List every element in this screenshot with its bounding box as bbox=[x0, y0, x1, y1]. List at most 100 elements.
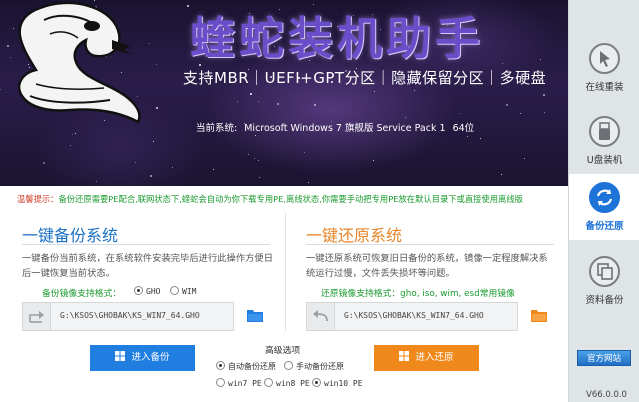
radio-win7-pe[interactable]: win7 PE bbox=[216, 378, 262, 388]
radio-label: WIM bbox=[182, 287, 197, 296]
tagline: 支持MBR｜UEFI+GPT分区｜隐藏保留分区｜多硬盘 bbox=[183, 69, 547, 87]
star bbox=[255, 135, 256, 136]
radio-label: 手动备份还原 bbox=[296, 362, 344, 371]
enter-backup-button[interactable]: 进入备份 bbox=[90, 345, 195, 371]
undo-icon bbox=[307, 303, 335, 330]
star bbox=[150, 175, 152, 177]
star bbox=[259, 177, 260, 178]
radio-label: win10 PE bbox=[324, 379, 363, 388]
star bbox=[277, 103, 279, 105]
enter-restore-button[interactable]: 进入还原 bbox=[374, 345, 479, 371]
star bbox=[187, 5, 189, 7]
version-label: V66.0.0.0 bbox=[586, 390, 627, 400]
backup-format-label: 备份镜像支持格式： bbox=[42, 289, 122, 299]
sidebar-item-usb-install[interactable]: U盘装机 bbox=[569, 108, 639, 168]
star bbox=[75, 133, 76, 134]
divider bbox=[22, 244, 270, 245]
star bbox=[254, 158, 255, 159]
official-website-button[interactable]: 官方网站 bbox=[577, 350, 631, 366]
backup-path-text: G:\KSOS\GHOBAK\KS_WIN7_64.GHO bbox=[60, 311, 200, 320]
radio-dot[interactable] bbox=[170, 286, 179, 295]
radio-dot[interactable] bbox=[284, 361, 293, 370]
star bbox=[543, 94, 545, 96]
star bbox=[373, 160, 374, 161]
star bbox=[414, 90, 415, 91]
star bbox=[480, 138, 481, 139]
sidebar-item-backup-restore[interactable]: 备份还原 bbox=[569, 174, 639, 240]
windows-icon bbox=[399, 351, 410, 361]
radio-dot[interactable] bbox=[216, 361, 225, 370]
tip-text: 备份还原需要PE配合,联网状态下,蝰蛇会自动为你下载专用PE,离线状态,你需要手… bbox=[58, 194, 523, 204]
radio-dot[interactable] bbox=[134, 286, 143, 295]
star bbox=[405, 117, 406, 118]
star bbox=[258, 101, 259, 102]
restore-path-field[interactable]: G:\KSOS\GHOBAK\KS_WIN7_64.GHO bbox=[306, 302, 518, 331]
app-title: 蝰蛇装机助手 bbox=[190, 12, 485, 65]
star bbox=[72, 134, 73, 135]
right-sidebar: 在线重装 U盘装机 备份还原 资料备份 bbox=[568, 0, 639, 402]
radio-win10-pe[interactable]: win10 PE bbox=[312, 378, 363, 388]
sidebar-item-online-reinstall[interactable]: 在线重装 bbox=[569, 35, 639, 95]
backup-path-field[interactable]: G:\KSOS\GHOBAK\KS_WIN7_64.GHO bbox=[22, 302, 234, 331]
restore-description: 一键还原系统可恢复旧日备份的系统，镜像一定程度解决系统运行过慢，文件丢失损坏等问… bbox=[306, 253, 548, 279]
star bbox=[237, 101, 238, 102]
radio-dot[interactable] bbox=[264, 378, 273, 387]
advanced-options-title: 高级选项 bbox=[265, 346, 301, 356]
current-system-info: 当前系统: Microsoft Windows 7 旗舰版 Service Pa… bbox=[196, 120, 474, 134]
star bbox=[250, 93, 252, 95]
star bbox=[43, 162, 45, 164]
tip-prefix: 温馨提示： bbox=[17, 194, 59, 204]
star bbox=[506, 104, 508, 106]
radio-label: GHO bbox=[146, 287, 161, 296]
panel-divider bbox=[285, 213, 286, 331]
star bbox=[213, 169, 214, 170]
copy-icon bbox=[589, 256, 620, 287]
radio-auto-backup[interactable]: 自动备份还原 bbox=[216, 361, 276, 372]
sync-icon bbox=[589, 182, 620, 213]
system-label: 当前系统: bbox=[196, 123, 238, 134]
radio-label: win7 PE bbox=[228, 379, 262, 388]
radio-manual-backup[interactable]: 手动备份还原 bbox=[284, 361, 344, 372]
radio-win8-pe[interactable]: win8 PE bbox=[264, 378, 310, 388]
system-bits: 64位 bbox=[452, 123, 475, 134]
star bbox=[304, 152, 305, 153]
restore-format-label: 还原镜像支持格式：gho, iso, wim, esd常用镜像 bbox=[321, 289, 515, 299]
star bbox=[374, 91, 375, 92]
backup-description: 一键备份当前系统，在系统软件安装完毕后进行此操作方便日后一键恢复当前状态。 bbox=[22, 253, 274, 279]
usb-icon bbox=[589, 116, 620, 147]
sidebar-item-label: 资料备份 bbox=[585, 295, 624, 306]
radio-label: win8 PE bbox=[276, 379, 310, 388]
folder-icon[interactable] bbox=[531, 308, 547, 322]
tip-banner: 温馨提示：备份还原需要PE配合,联网状态下,蝰蛇会自动为你下载专用PE,离线状态… bbox=[17, 193, 523, 205]
cursor-icon bbox=[589, 43, 620, 74]
folder-icon[interactable] bbox=[247, 308, 263, 322]
radio-dot[interactable] bbox=[216, 378, 225, 387]
star bbox=[524, 158, 525, 159]
sidebar-item-data-backup[interactable]: 资料备份 bbox=[569, 248, 639, 308]
star bbox=[544, 112, 545, 113]
sidebar-item-label: 在线重装 bbox=[585, 82, 624, 93]
button-label: 进入还原 bbox=[415, 352, 454, 363]
star bbox=[520, 113, 521, 114]
star bbox=[502, 63, 503, 64]
star bbox=[258, 160, 259, 161]
star bbox=[96, 181, 97, 182]
star bbox=[314, 104, 316, 106]
star bbox=[70, 145, 71, 146]
radio-wim[interactable]: WIM bbox=[170, 286, 196, 296]
sidebar-item-label: U盘装机 bbox=[586, 155, 623, 166]
restore-title: 一键还原系统 bbox=[306, 226, 403, 245]
sidebar-item-label: 备份还原 bbox=[585, 221, 624, 232]
radio-gho[interactable]: GHO bbox=[134, 286, 160, 296]
star bbox=[172, 167, 173, 168]
backup-title: 一键备份系统 bbox=[22, 226, 119, 245]
restore-path-text: G:\KSOS\GHOBAK\KS_WIN7_64.GHO bbox=[344, 311, 484, 320]
star bbox=[460, 113, 461, 114]
radio-dot[interactable] bbox=[312, 378, 321, 387]
star bbox=[540, 59, 541, 60]
star bbox=[153, 141, 154, 142]
divider bbox=[306, 244, 554, 245]
star bbox=[467, 136, 468, 137]
header-banner: 蝰蛇装机助手 支持MBR｜UEFI+GPT分区｜隐藏保留分区｜多硬盘 当前系统:… bbox=[0, 0, 568, 186]
share-icon bbox=[23, 303, 51, 330]
